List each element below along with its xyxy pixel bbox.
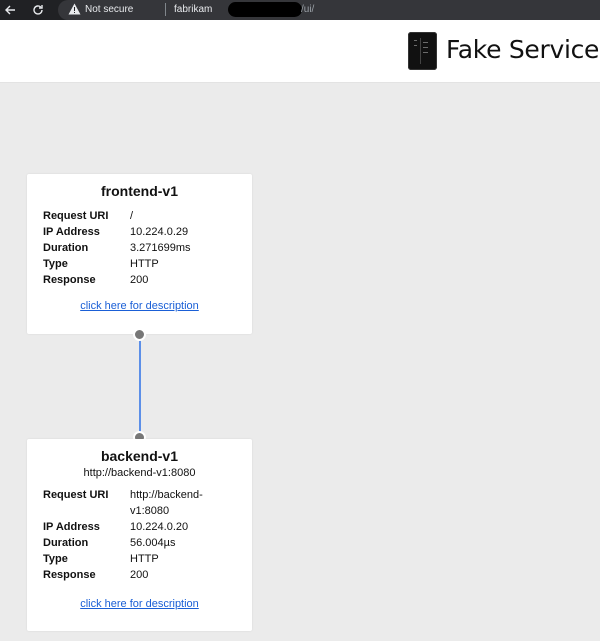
url-host[interactable]: fabrikam: [174, 4, 212, 15]
detail-value: 200: [130, 569, 149, 581]
detail-value: /: [130, 210, 134, 222]
detail-value: HTTP: [130, 553, 159, 565]
divider: [165, 3, 166, 16]
connection-handle[interactable]: [133, 328, 146, 341]
detail-row: Request URI /: [43, 208, 243, 224]
detail-value: 200: [130, 274, 149, 286]
browser-toolbar: Not secure fabrikam /ui/: [0, 0, 600, 20]
detail-label: Type: [43, 553, 68, 565]
service-details: Request URI http://backend-v1:8080 IP Ad…: [43, 487, 243, 583]
back-button[interactable]: [2, 2, 18, 18]
detail-value: http://backend-v1:8080: [130, 489, 203, 517]
detail-row: Request URI http://backend-v1:8080: [43, 487, 243, 519]
detail-label: Duration: [43, 537, 89, 549]
detail-row: IP Address 10.224.0.29: [43, 224, 243, 240]
detail-label: Type: [43, 258, 68, 270]
security-status[interactable]: Not secure: [85, 4, 133, 15]
detail-row: Type HTTP: [43, 551, 243, 567]
detail-row: Response 200: [43, 272, 243, 288]
url-path[interactable]: /ui/: [301, 4, 314, 15]
detail-label: Duration: [43, 242, 89, 254]
detail-row: Duration 3.271699ms: [43, 240, 243, 256]
connector-line: [139, 335, 141, 438]
service-card-backend[interactable]: backend-v1 http://backend-v1:8080 Reques…: [27, 439, 252, 631]
description-link[interactable]: click here for description: [27, 300, 252, 312]
detail-label: Request URI: [43, 210, 109, 222]
reload-icon: [33, 5, 43, 15]
app-header: Fake Service: [0, 20, 600, 83]
arrow-left-icon: [5, 5, 15, 15]
detail-value: 56.004µs: [130, 537, 176, 549]
redacted-block: [228, 2, 302, 17]
detail-row: IP Address 10.224.0.20: [43, 519, 243, 535]
service-name: backend-v1: [100, 448, 179, 464]
warning-icon[interactable]: [68, 3, 81, 18]
service-name: frontend-v1: [101, 183, 178, 199]
detail-row: Response 200: [43, 567, 243, 583]
detail-value: HTTP: [130, 258, 159, 270]
detail-row: Duration 56.004µs: [43, 535, 243, 551]
detail-label: Request URI: [43, 489, 109, 501]
detail-label: IP Address: [43, 226, 100, 238]
app-title: Fake Service: [446, 35, 600, 64]
detail-value: 3.271699ms: [130, 242, 191, 254]
service-subtitle: http://backend-v1:8080: [83, 467, 196, 479]
detail-row: Type HTTP: [43, 256, 243, 272]
detail-value: 10.224.0.29: [130, 226, 189, 238]
detail-label: Response: [43, 569, 96, 581]
detail-value: 10.224.0.20: [130, 521, 189, 533]
detail-label: Response: [43, 274, 96, 286]
reload-button[interactable]: [30, 2, 46, 18]
terminal-logo-icon: [408, 32, 437, 70]
service-details: Request URI / IP Address 10.224.0.29 Dur…: [43, 208, 243, 288]
service-card-frontend[interactable]: frontend-v1 Request URI / IP Address 10.…: [27, 174, 252, 334]
service-graph-canvas: frontend-v1 Request URI / IP Address 10.…: [0, 83, 600, 641]
address-bar[interactable]: Not secure fabrikam /ui/: [58, 0, 600, 20]
detail-label: IP Address: [43, 521, 100, 533]
description-link[interactable]: click here for description: [27, 598, 252, 610]
